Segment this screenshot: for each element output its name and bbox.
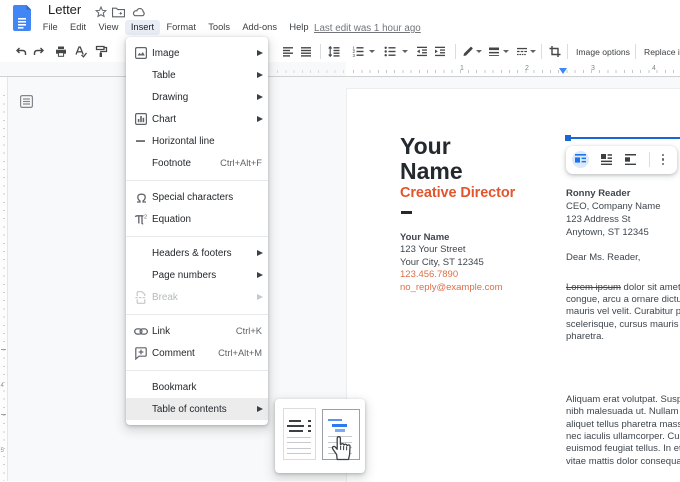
- svg-text:2: 2: [144, 214, 147, 220]
- svg-text:3: 3: [353, 53, 356, 58]
